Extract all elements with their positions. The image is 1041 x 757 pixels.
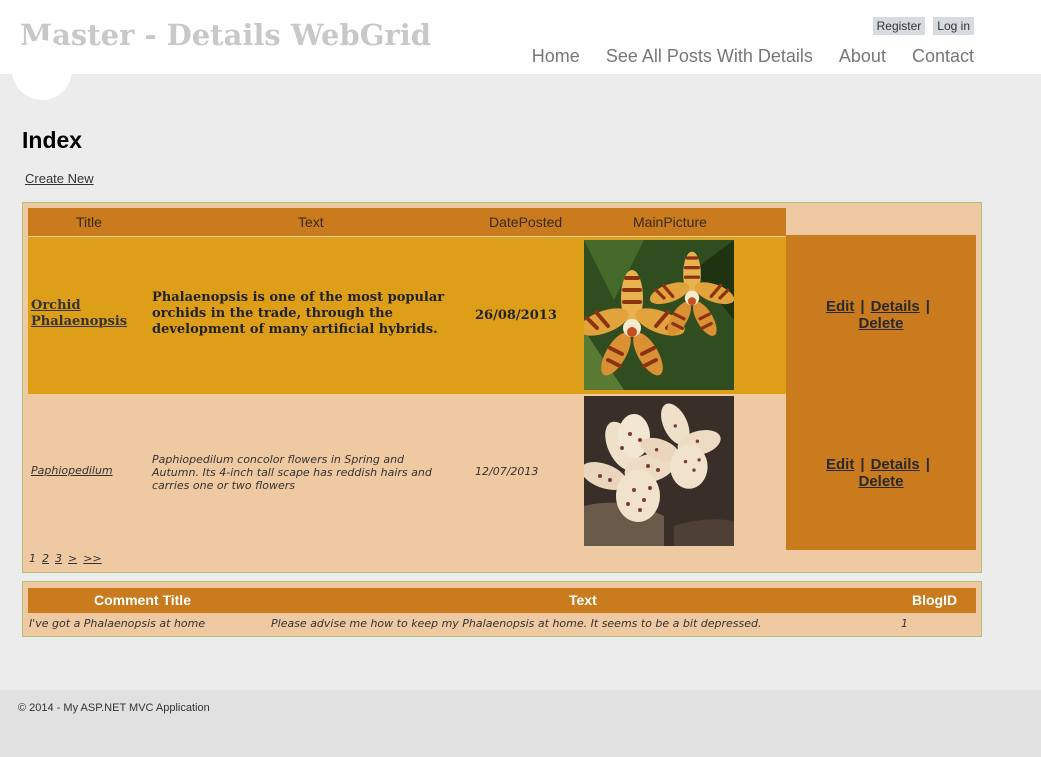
post-title-link[interactable]: Paphiopedilum — [31, 464, 113, 477]
header-decoration — [12, 40, 72, 100]
site-footer: © 2014 - My ASP.NET MVC Application — [0, 690, 1041, 757]
site-header: Master - Details WebGrid Register Log in… — [0, 0, 1041, 74]
post-text: Paphiopedilum concolor flowers in Spring… — [152, 453, 432, 492]
post-date: 12/07/2013 — [475, 465, 539, 478]
grid-pager: 1 2 3 > >> — [29, 552, 102, 565]
post-date: 26/08/2013 — [475, 308, 557, 323]
column-header-comment-title: Comment Title — [94, 592, 191, 608]
login-area: Register Log in — [872, 17, 974, 35]
register-link[interactable]: Register — [872, 17, 926, 35]
comment-text: Please advise me how to keep my Phalaeno… — [271, 617, 762, 630]
phalaenopsis-orchid-image — [584, 240, 734, 390]
pager-next[interactable]: > — [68, 552, 77, 565]
details-link[interactable]: Details — [871, 298, 920, 315]
comment-title: I've got a Phalaenopsis at home — [29, 617, 206, 630]
paphiopedilum-orchid-image — [584, 396, 734, 546]
column-header-dateposted[interactable]: DatePosted — [489, 214, 562, 230]
actions-column: Edit | Details | Delete Edit | Details | Delet… — [786, 235, 976, 550]
pager-last[interactable]: >> — [83, 552, 101, 565]
posts-grid: Title Text DatePosted MainPicture Edit | D… — [22, 202, 982, 573]
nav-see-all-posts[interactable]: See All Posts With Details — [606, 46, 813, 67]
grid-header: Title Text DatePosted MainPicture — [28, 208, 786, 236]
delete-link[interactable]: Delete — [858, 315, 903, 332]
nav-home[interactable]: Home — [532, 46, 580, 67]
post-title-link[interactable]: Orchid Phalaenopsis — [31, 298, 127, 330]
table-row-selected[interactable]: Orchid Phalaenopsis Phalaenopsis is one o… — [28, 237, 786, 394]
page-title: Index — [22, 127, 83, 153]
edit-link[interactable]: Edit — [826, 298, 854, 315]
create-new-link[interactable]: Create New — [25, 171, 94, 186]
row-actions: Edit | Details | Delete — [826, 298, 930, 332]
column-header-comment-text: Text — [569, 592, 597, 608]
comments-grid: Comment Title Text BlogID I've got a Pha… — [22, 581, 982, 637]
nav-contact[interactable]: Contact — [912, 46, 974, 67]
login-link[interactable]: Log in — [933, 17, 974, 35]
column-header-mainpicture[interactable]: MainPicture — [633, 214, 707, 230]
column-header-title[interactable]: Title — [76, 214, 102, 230]
main-nav: Home See All Posts With Details About Co… — [532, 46, 974, 67]
site-title[interactable]: Master - Details WebGrid — [20, 18, 431, 52]
delete-link[interactable]: Delete — [858, 473, 903, 490]
pager-page-3[interactable]: 3 — [55, 552, 62, 565]
table-row[interactable]: Paphiopedilum Paphiopedilum concolor flo… — [28, 396, 786, 550]
copyright-text: © 2014 - My ASP.NET MVC Application — [18, 702, 210, 714]
pager-page-1: 1 — [29, 552, 36, 565]
edit-link[interactable]: Edit — [826, 456, 854, 473]
details-link[interactable]: Details — [871, 456, 920, 473]
column-header-text[interactable]: Text — [298, 214, 324, 230]
comment-blogid: 1 — [901, 617, 908, 630]
comments-header: Comment Title Text BlogID — [28, 588, 976, 613]
column-header-blogid: BlogID — [912, 592, 958, 608]
pager-page-2[interactable]: 2 — [42, 552, 49, 565]
nav-about[interactable]: About — [839, 46, 886, 67]
row-actions: Edit | Details | Delete — [826, 456, 930, 490]
post-text: Phalaenopsis is one of the most popular … — [152, 290, 445, 337]
